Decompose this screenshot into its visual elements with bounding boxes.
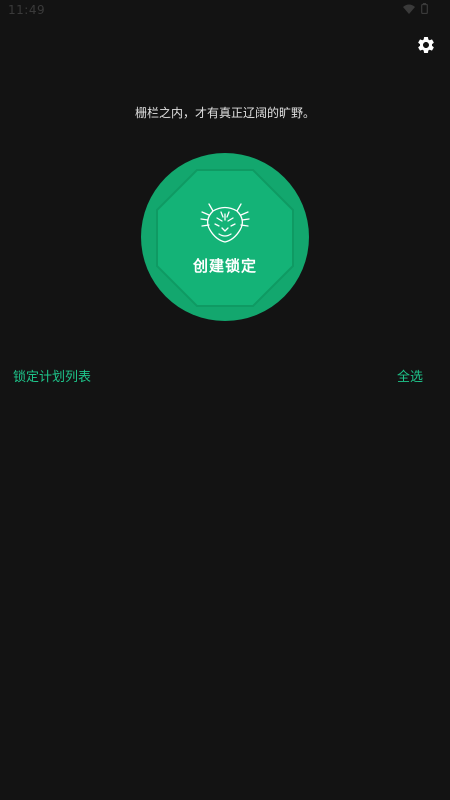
status-icons xyxy=(403,3,428,14)
select-all-button[interactable]: 全选 xyxy=(397,366,423,385)
gear-icon xyxy=(416,35,436,59)
status-bar: 11:49 xyxy=(0,0,450,20)
battery-icon xyxy=(421,3,428,14)
lock-plan-list-title: 锁定计划列表 xyxy=(13,370,92,385)
status-time: 11:49 xyxy=(8,3,46,17)
create-lock-button[interactable]: 创建锁定 xyxy=(141,153,309,321)
create-lock-label: 创建锁定 xyxy=(192,257,257,275)
tiger-icon xyxy=(200,198,250,248)
slogan-text: 栅栏之内，才有真正辽阔的旷野。 xyxy=(134,106,315,120)
wifi-icon xyxy=(403,4,415,14)
settings-button[interactable] xyxy=(414,35,438,59)
